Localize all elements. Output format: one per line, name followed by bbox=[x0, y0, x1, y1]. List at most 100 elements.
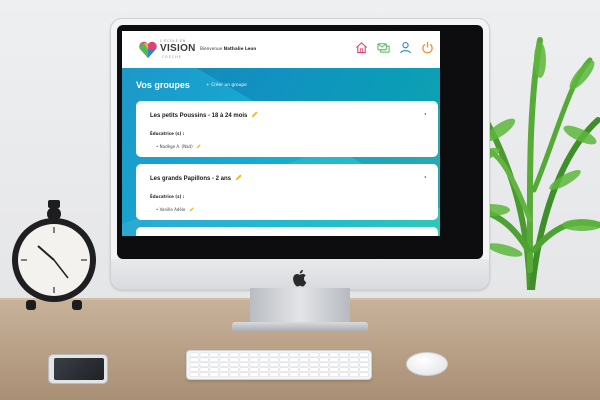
keyboard-key bbox=[209, 372, 219, 377]
keyboard-key bbox=[249, 357, 259, 363]
edit-pencil-icon[interactable] bbox=[235, 174, 242, 181]
keyboard-key bbox=[359, 357, 369, 363]
welcome-message: Bienvenue Nathalie Leon bbox=[200, 46, 256, 51]
welcome-user-name: Nathalie Leon bbox=[223, 46, 257, 51]
keyboard-key bbox=[229, 367, 239, 372]
keyboard-key bbox=[269, 372, 279, 377]
keyboard-key bbox=[289, 367, 299, 372]
keyboard-key bbox=[349, 352, 359, 358]
group-title[interactable]: Les petits Poussins - 18 à 24 mois bbox=[150, 111, 258, 119]
power-icon[interactable] bbox=[421, 41, 434, 54]
edit-pencil-icon[interactable] bbox=[251, 111, 258, 118]
group-title[interactable]: Les grands Papillons - 2 ans bbox=[150, 174, 242, 182]
keyboard-key bbox=[319, 372, 329, 377]
keyboard-key bbox=[339, 362, 349, 368]
keyboard-key bbox=[299, 372, 309, 377]
keyboard-key bbox=[279, 362, 289, 368]
keyboard-key bbox=[279, 357, 289, 363]
keyboard-key bbox=[199, 357, 209, 363]
keyboard-key bbox=[349, 367, 359, 372]
keyboard-key bbox=[239, 367, 249, 372]
educator-label: Éducatrice (s) : bbox=[150, 194, 185, 199]
create-group-link[interactable]: + Créer un groupe bbox=[206, 83, 247, 88]
educator-item: • Vanille Adèle bbox=[156, 207, 194, 212]
keyboard-key bbox=[359, 352, 369, 358]
keyboard-key bbox=[279, 372, 289, 377]
keyboard-key bbox=[349, 357, 359, 363]
keyboard-key bbox=[309, 352, 319, 358]
logo-subtitle: CRÈCHE bbox=[162, 55, 182, 59]
home-icon[interactable] bbox=[355, 41, 368, 54]
keyboard-key bbox=[259, 362, 269, 368]
keyboard-key bbox=[249, 367, 259, 372]
group-card[interactable]: Les petits Poussins - 18 à 24 mois ◂ Édu… bbox=[136, 101, 438, 157]
keyboard-key bbox=[299, 352, 309, 358]
keyboard-key bbox=[269, 357, 279, 363]
keyboard-key bbox=[319, 362, 329, 368]
keyboard-key bbox=[219, 352, 229, 358]
collapse-toggle-icon[interactable]: ◂ bbox=[424, 174, 426, 179]
keyboard-key bbox=[299, 362, 309, 368]
monitor-stand-base bbox=[232, 322, 368, 332]
keyboard-key bbox=[189, 362, 199, 368]
keyboard-key bbox=[339, 357, 349, 363]
keyboard-key bbox=[209, 367, 219, 372]
keyboard-key bbox=[269, 352, 279, 358]
keyboard-key bbox=[329, 362, 339, 368]
header-actions bbox=[355, 41, 434, 54]
keyboard-key bbox=[209, 352, 219, 358]
keyboard-key bbox=[189, 372, 199, 377]
keyboard-key bbox=[229, 362, 239, 368]
welcome-prefix: Bienvenue bbox=[200, 46, 223, 51]
edit-pencil-icon[interactable] bbox=[196, 144, 201, 149]
app-logo[interactable]: L'ÉCOLE EN VISION CRÈCHE bbox=[138, 39, 196, 61]
page-title: Vos groupes bbox=[136, 80, 190, 90]
keyboard-key bbox=[359, 367, 369, 372]
keyboard-key bbox=[299, 367, 309, 372]
keyboard-key bbox=[289, 362, 299, 368]
keyboard-key bbox=[339, 352, 349, 358]
keyboard-key bbox=[199, 362, 209, 368]
keyboard-key bbox=[349, 372, 359, 377]
edit-pencil-icon[interactable] bbox=[189, 207, 194, 212]
logo-name: VISION bbox=[160, 43, 196, 54]
keyboard-key bbox=[319, 352, 329, 358]
keyboard-key bbox=[289, 352, 299, 358]
keyboard-key bbox=[329, 352, 339, 358]
keyboard-key bbox=[339, 367, 349, 372]
smartphone bbox=[48, 354, 108, 384]
keyboard-key bbox=[359, 362, 369, 368]
alarm-clock bbox=[12, 200, 96, 310]
keyboard-key bbox=[339, 372, 349, 377]
group-card[interactable]: Les grands Papillons - 2 ans ◂ Éducatric… bbox=[136, 164, 438, 220]
keyboard-key bbox=[289, 357, 299, 363]
collapse-toggle-icon[interactable]: ◂ bbox=[424, 111, 426, 116]
keyboard-key bbox=[279, 367, 289, 372]
keyboard-key bbox=[249, 372, 259, 377]
keyboard-key bbox=[189, 352, 199, 358]
messages-icon[interactable] bbox=[377, 41, 390, 54]
keyboard-key bbox=[239, 362, 249, 368]
keyboard-key bbox=[199, 372, 209, 377]
keyboard-key bbox=[209, 357, 219, 363]
keyboard-key bbox=[229, 357, 239, 363]
keyboard-key bbox=[189, 357, 199, 363]
keyboard-key bbox=[219, 367, 229, 372]
keyboard-key bbox=[219, 372, 229, 377]
keyboard-key bbox=[299, 357, 309, 363]
educator-item: • Nadège A. (Nad) bbox=[156, 144, 201, 149]
group-name: Les petits Poussins - 18 à 24 mois bbox=[150, 113, 248, 119]
keyboard-key bbox=[219, 362, 229, 368]
keyboard-key bbox=[329, 372, 339, 377]
keyboard-key bbox=[219, 357, 229, 363]
group-card-partial[interactable] bbox=[136, 227, 438, 236]
keyboard-key bbox=[229, 372, 239, 377]
user-icon[interactable] bbox=[399, 41, 412, 54]
app-header: L'ÉCOLE EN VISION CRÈCHE Bienvenue Natha… bbox=[122, 31, 440, 68]
group-name: Les grands Papillons - 2 ans bbox=[150, 176, 232, 182]
keyboard-key bbox=[319, 357, 329, 363]
keyboard-key bbox=[309, 372, 319, 377]
keyboard-key bbox=[309, 367, 319, 372]
phone-screen bbox=[54, 358, 104, 380]
keyboard bbox=[186, 350, 372, 380]
